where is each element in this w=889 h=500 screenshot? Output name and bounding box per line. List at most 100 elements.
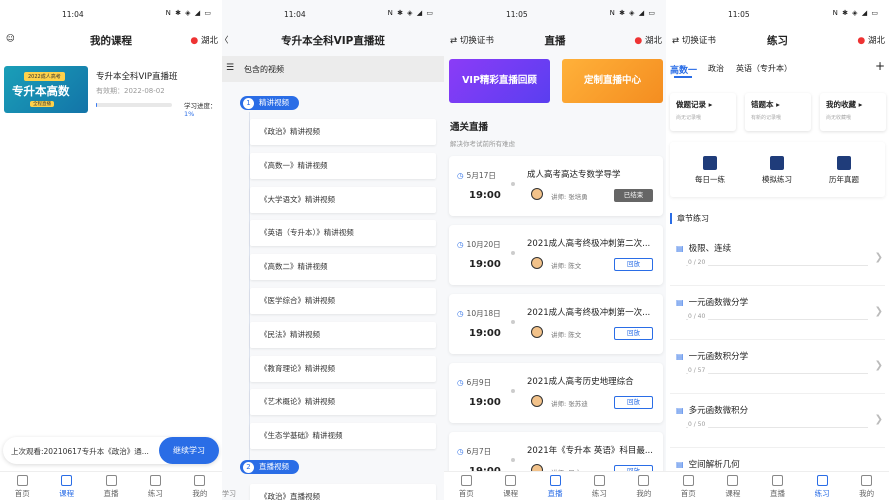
screen-course-detail: 11:04 N ✱ ◈ ◢ ▭ 〈 专升本全科VIP直播班 ☰ 包含的视频 1精… [222, 0, 444, 500]
subject-tab-math1[interactable]: 高数一 [670, 63, 697, 76]
live-icon [105, 475, 117, 486]
user-icon [638, 475, 650, 486]
live-status-button[interactable]: 回放 [614, 258, 653, 271]
status-bar: 11:04 N ✱ ◈ ◢ ▭ [222, 0, 444, 26]
course-thumbnail[interactable]: 2022成人高考 专升本高数 全程直播 [4, 66, 88, 113]
page-title: 我的课程 [90, 35, 132, 47]
chapter-item[interactable]: ▤ 一元函数积分学 0 / 57 ❯ [670, 346, 885, 394]
chapter-item[interactable]: ▤ 极限、连续 0 / 20 ❯ [670, 238, 885, 286]
chapter-section-title: 章节练习 [670, 213, 709, 224]
quick-card-wrongbook[interactable]: 错题本 ▸ 有新的记录哦 [745, 93, 811, 131]
video-item[interactable]: 《医学综合》精讲视频 [250, 288, 436, 314]
tab-practice[interactable]: 练习 [577, 472, 621, 500]
tab-label: 直播 [103, 489, 119, 498]
video-item[interactable]: 《民法》精讲视频 [250, 321, 436, 348]
document-icon: ▤ [676, 406, 684, 415]
screen-live: 11:05 N ✱ ◈ ◢ ▭ ⇄ 切换证书 直播 ● 湖北 VIP精彩直播回顾… [444, 0, 666, 500]
live-card[interactable]: ◷ 6月9日 19:00 2021成人高考历史地理综合 讲师: 张苏迪 回放 [449, 363, 663, 423]
live-card[interactable]: ◷ 10月18日 19:00 2021成人高考终极冲刺第一次... 讲师: 陈文 回放 [449, 294, 663, 354]
status-icons: N ✱ ◈ ◢ ▭ [609, 9, 656, 17]
video-item[interactable]: 《政治》精讲视频 [250, 119, 436, 145]
tool-mock-exam[interactable]: 模拟练习 [747, 156, 807, 185]
location-selector[interactable]: ● 湖北 [634, 34, 662, 46]
custom-live-center-banner[interactable]: 定制直播中心 [562, 59, 663, 103]
tool-label: 每日一练 [695, 175, 725, 184]
video-list-title: 包含的视频 [244, 65, 284, 74]
clock-icon: ◷ [457, 447, 464, 456]
quick-card-title: 我的收藏 ▸ [826, 100, 863, 109]
chapter-name-text: 空间解析几何 [688, 460, 740, 470]
subject-tab-politics[interactable]: 政治 [708, 63, 724, 74]
quick-card-title-text: 我的收藏 [826, 100, 856, 109]
chapter-progress: 0 / 40 [688, 313, 709, 320]
course-name: 专升本全科VIP直播班 [96, 72, 178, 82]
tab-live[interactable]: 直播 [755, 472, 800, 500]
video-item[interactable]: 《大学语文》精讲视频 [250, 186, 436, 213]
tab-live[interactable]: 直播 [89, 472, 133, 500]
section-lecture-videos[interactable]: 1 精讲视频 [240, 96, 299, 110]
live-status-button[interactable]: 回放 [614, 327, 653, 340]
video-item[interactable]: 《艺术概论》精讲视频 [250, 389, 436, 416]
live-card[interactable]: ◷ 10月20日 19:00 2021成人高考终极冲刺第二次... 讲师: 陈文 回放 [449, 225, 663, 285]
tab-home[interactable]: 首页 [666, 472, 711, 500]
video-item-live[interactable]: 《政治》直播视频 [250, 484, 436, 500]
add-subject-button[interactable]: + [875, 59, 885, 73]
live-card[interactable]: ◷ 5月17日 19:00 成人高考高达专数学导学 讲师: 张培勇 已结束 [449, 156, 663, 216]
chapter-item[interactable]: ▤ 多元函数微积分 0 / 50 ❯ [670, 400, 885, 448]
course-card[interactable]: 2022成人高考 专升本高数 全程直播 专升本全科VIP直播班 有效期：2022… [4, 66, 218, 118]
video-item[interactable]: 《高数一》精讲视频 [250, 152, 436, 179]
tab-mine[interactable]: 我的 [622, 472, 666, 500]
video-item[interactable]: 《生态学基础》精讲视频 [250, 423, 436, 450]
tab-mine[interactable]: 我的 [844, 472, 889, 500]
location-selector[interactable]: ● 湖北 [857, 34, 885, 46]
tab-home[interactable]: 首页 [444, 472, 488, 500]
tab-course[interactable]: 课程 [711, 472, 756, 500]
chapter-progress-bar [686, 427, 868, 428]
vip-live-review-banner[interactable]: VIP精彩直播回顾 [449, 59, 550, 103]
chapter-name: ▤ 多元函数微积分 [676, 404, 748, 416]
tab-course[interactable]: 课程 [44, 472, 88, 500]
status-time: 11:04 [62, 10, 84, 19]
tab-live[interactable]: 直播 [533, 472, 577, 500]
tab-home[interactable]: 首页 [0, 472, 44, 500]
video-item[interactable]: 《高数二》精讲视频 [250, 254, 436, 281]
chapter-progress-bar [686, 319, 868, 320]
header: ⇄ 切换证书 直播 ● 湖北 [444, 28, 666, 52]
live-date: ◷ 6月9日 [457, 377, 491, 388]
live-date: ◷ 5月17日 [457, 170, 496, 181]
video-item[interactable]: 《教育理论》精讲视频 [250, 355, 436, 382]
chapter-name: ▤ 极限、连续 [676, 242, 731, 254]
video-item[interactable]: 《英语（专升本）》精讲视频 [250, 220, 436, 247]
resume-bar: 上次观看:20210617专升本《政治》通... 继续学习 [3, 437, 219, 464]
quick-card-favorites[interactable]: 我的收藏 ▸ 尚无收藏哦 [820, 93, 886, 131]
subject-tab-english[interactable]: 英语（专升本） [736, 63, 792, 74]
chapter-progress-bar [686, 373, 868, 374]
tool-daily-practice[interactable]: 每日一练 [680, 156, 740, 185]
tab-practice[interactable]: 练习 [800, 472, 845, 500]
tab-label: 直播 [547, 489, 563, 498]
chapter-name-text: 一元函数积分学 [688, 352, 749, 362]
tool-label: 模拟练习 [762, 175, 792, 184]
tab-mine[interactable]: 我的 [178, 472, 222, 500]
video-list-header: ☰ 包含的视频 [222, 56, 444, 82]
document-icon: ▤ [676, 460, 684, 469]
tab-label: 课程 [59, 489, 75, 498]
continue-learning-button[interactable]: 继续学习 [159, 437, 219, 464]
tab-practice[interactable]: 练习 [133, 472, 177, 500]
live-status-button[interactable]: 已结束 [614, 189, 653, 202]
live-title: 2021成人高考终极冲刺第二次... [527, 239, 651, 249]
tool-past-papers[interactable]: 历年真题 [814, 156, 874, 185]
chapter-item[interactable]: ▤ 一元函数微分学 0 / 40 ❯ [670, 292, 885, 340]
tab-label: 我的 [192, 489, 208, 498]
chapter-progress: 0 / 20 [688, 259, 709, 266]
section-live-videos[interactable]: 2 直播视频 [240, 460, 299, 474]
location-selector[interactable]: ● 湖北 [190, 34, 218, 46]
teacher-avatar [531, 257, 543, 269]
timeline-dot [511, 458, 515, 462]
chevron-right-icon: ❯ [874, 306, 883, 317]
chapter-name: ▤ 一元函数微分学 [676, 296, 748, 308]
tab-course[interactable]: 课程 [488, 472, 532, 500]
quick-card-history[interactable]: 做题记录 ▸ 尚无记录哦 [670, 93, 736, 131]
user-icon [861, 475, 873, 486]
live-status-button[interactable]: 回放 [614, 396, 653, 409]
